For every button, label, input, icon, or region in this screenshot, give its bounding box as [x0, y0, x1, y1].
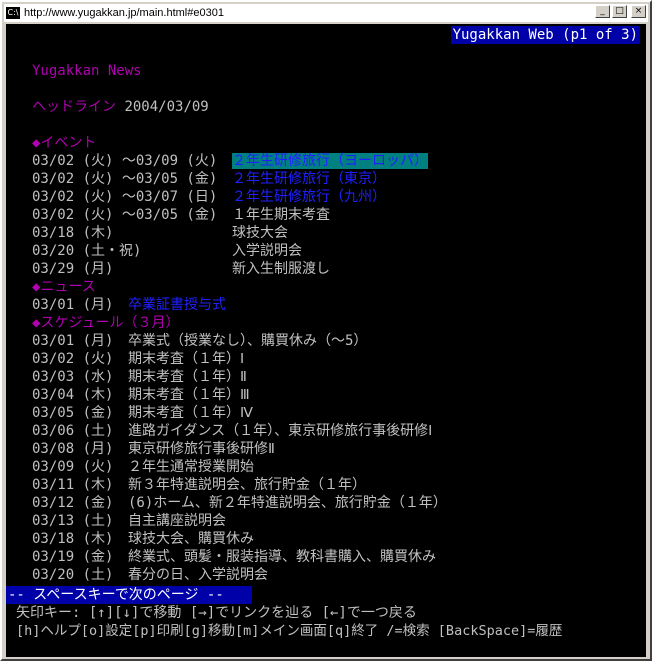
event-date: 03/02 (火) ～03/07 (日) [32, 189, 218, 205]
schedule-date: 03/08 (月) [32, 441, 114, 457]
headline-row: ヘッドライン 2004/03/09 [32, 98, 209, 116]
event-row: 03/02 (火) ～03/09 (火) ２年生研修旅行（ヨーロッパ） [32, 152, 428, 170]
event-date: 03/02 (火) ～03/09 (火) [32, 153, 218, 169]
schedule-row: 03/06 (土) 進路ガイダンス（１年）、東京研修旅行事後研修Ⅰ [32, 422, 432, 440]
event-date: 03/29 (月) [32, 261, 114, 277]
schedule-date: 03/05 (金) [32, 405, 114, 421]
schedule-row: 03/20 (土) 春分の日、入学説明会 [32, 566, 268, 584]
schedule-date: 03/09 (火) [32, 459, 114, 475]
schedule-date: 03/03 (水) [32, 369, 114, 385]
console-icon: C:\ [6, 7, 20, 19]
event-row: 03/20 (土・祝) 入学説明会 [32, 242, 302, 260]
close-button[interactable]: × [631, 5, 646, 18]
terminal-screen: Yugakkan Web (p1 of 3) Yugakkan News ヘッド… [6, 24, 646, 657]
schedule-date: 03/06 (土) [32, 423, 114, 439]
schedule-row: 03/11 (木) 新３年特進説明会、旅行貯金（１年） [32, 476, 366, 494]
schedule-date: 03/11 (木) [32, 477, 114, 493]
schedule-row: 03/01 (月) 卒業式（授業なし）、購買休み（～5） [32, 332, 367, 350]
schedule-text: 球技大会、購買休み [128, 531, 254, 547]
schedule-heading: ◆スケジュール（３月） [32, 315, 180, 331]
schedule-text: 期末考査（１年）Ⅰ [128, 351, 245, 367]
schedule-text: (6)ホーム、新２年特進説明会、旅行貯金（１年） [128, 495, 447, 511]
schedule-row: 03/09 (火) ２年生通常授業開始 [32, 458, 254, 476]
event-text: １年生期末考査 [232, 207, 330, 223]
schedule-date: 03/13 (土) [32, 513, 114, 529]
events-heading: ◆イベント [32, 135, 97, 151]
site-title: Yugakkan News [32, 63, 142, 79]
event-date: 03/02 (火) ～03/05 (金) [32, 207, 218, 223]
help-line-commands: [h]ヘルプ[o]設定[p]印刷[g]移動[m]メイン画面[q]終了 /=検索 … [16, 623, 563, 639]
schedule-date: 03/04 (木) [32, 387, 114, 403]
event-row: 03/02 (火) ～03/05 (金) １年生期末考査 [32, 206, 330, 224]
window-controls: _ □ × [595, 5, 646, 18]
schedule-text: 春分の日、入学説明会 [128, 567, 268, 583]
headline-label: ヘッドライン [32, 99, 116, 115]
schedule-row: 03/18 (木) 球技大会、購買休み [32, 530, 254, 548]
schedule-date: 03/19 (金) [32, 549, 114, 565]
event-date: 03/18 (木) [32, 225, 114, 241]
event-text: 入学説明会 [232, 243, 302, 259]
schedule-text: 自主講座説明会 [128, 513, 226, 529]
schedule-row: 03/13 (土) 自主講座説明会 [32, 512, 226, 530]
page-status: Yugakkan Web (p1 of 3) [450, 26, 640, 44]
schedule-date: 03/12 (金) [32, 495, 114, 511]
schedule-row: 03/08 (月) 東京研修旅行事後研修Ⅱ [32, 440, 275, 458]
news-row: 03/01 (月) 卒業証書授与式 [32, 296, 226, 314]
news-heading: ◆ニュース [32, 279, 96, 295]
event-text: 新入生制服渡し [232, 261, 330, 277]
schedule-text: 卒業式（授業なし）、購買休み（～5） [128, 333, 368, 349]
schedule-row: 03/03 (水) 期末考査（１年）Ⅱ [32, 368, 247, 386]
event-row: 03/18 (木) 球技大会 [32, 224, 288, 242]
event-row: 03/02 (火) ～03/05 (金) ２年生研修旅行（東京） [32, 170, 386, 188]
schedule-date: 03/01 (月) [32, 333, 114, 349]
event-row: 03/29 (月) 新入生制服渡し [32, 260, 330, 278]
schedule-row: 03/04 (木) 期末考査（１年）Ⅲ [32, 386, 250, 404]
event-link-europe[interactable]: ２年生研修旅行（ヨーロッパ） [232, 153, 428, 169]
headline-date: 2004/03/09 [124, 99, 209, 115]
schedule-row: 03/05 (金) 期末考査（１年）Ⅳ [32, 404, 253, 422]
window-title: http://www.yugakkan.jp/main.html#e0301 [24, 7, 224, 19]
schedule-text: 期末考査（１年）Ⅱ [128, 369, 247, 385]
event-text: 球技大会 [232, 225, 288, 241]
event-date: 03/02 (火) ～03/05 (金) [32, 171, 218, 187]
schedule-text: 期末考査（１年）Ⅳ [128, 405, 253, 421]
event-row: 03/02 (火) ～03/07 (日) ２年生研修旅行（九州） [32, 188, 386, 206]
schedule-text: 進路ガイダンス（１年）、東京研修旅行事後研修Ⅰ [128, 423, 433, 439]
schedule-text: 期末考査（１年）Ⅲ [128, 387, 250, 403]
help-line-navigation: 矢印キー: [↑][↓]で移動 [→]でリンクを辿る [←]で一つ戻る [16, 605, 417, 621]
maximize-button[interactable]: □ [612, 5, 627, 18]
minimize-button[interactable]: _ [595, 5, 610, 18]
schedule-text: 終業式、頭髪・服装指導、教科書購入、購買休み [128, 549, 436, 565]
event-date: 03/20 (土・祝) [32, 243, 142, 259]
schedule-date: 03/20 (土) [32, 567, 114, 583]
schedule-row: 03/12 (金) (6)ホーム、新２年特進説明会、旅行貯金（１年） [32, 494, 447, 512]
event-link-tokyo[interactable]: ２年生研修旅行（東京） [232, 171, 386, 187]
schedule-date: 03/02 (火) [32, 351, 114, 367]
news-date: 03/01 (月) [32, 297, 114, 313]
browser-window: C:\ http://www.yugakkan.jp/main.html#e03… [0, 0, 652, 661]
next-page-prompt[interactable]: -- スペースキーで次のページ -- [6, 586, 252, 604]
news-link-graduation[interactable]: 卒業証書授与式 [128, 297, 226, 313]
schedule-row: 03/02 (火) 期末考査（１年）Ⅰ [32, 350, 244, 368]
schedule-text: 東京研修旅行事後研修Ⅱ [128, 441, 275, 457]
schedule-text: 新３年特進説明会、旅行貯金（１年） [128, 477, 366, 493]
schedule-row: 03/19 (金) 終業式、頭髪・服装指導、教科書購入、購買休み [32, 548, 436, 566]
schedule-text: ２年生通常授業開始 [128, 459, 254, 475]
schedule-date: 03/18 (木) [32, 531, 114, 547]
title-bar[interactable]: C:\ http://www.yugakkan.jp/main.html#e03… [4, 4, 648, 22]
event-link-kyushu[interactable]: ２年生研修旅行（九州） [232, 189, 386, 205]
